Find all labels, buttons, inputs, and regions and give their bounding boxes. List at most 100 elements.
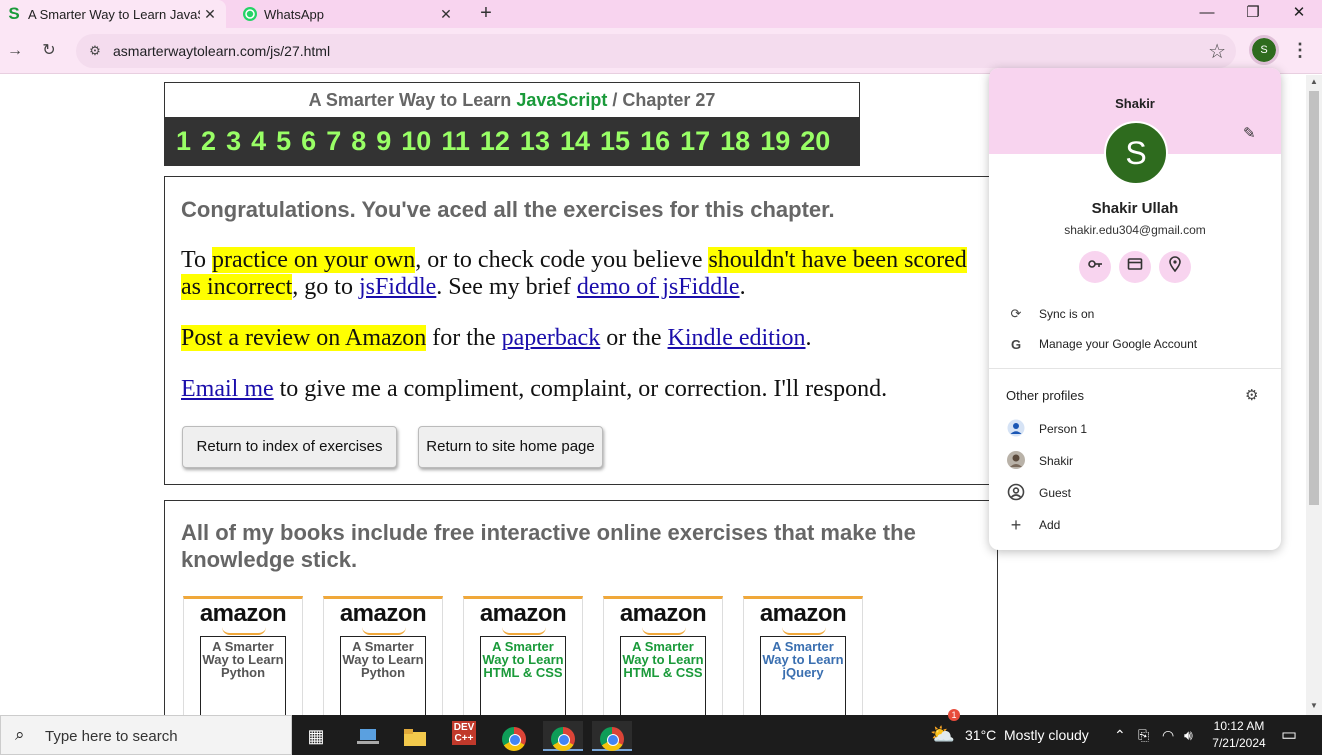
highlight-text: practice on your own xyxy=(211,247,416,273)
file-explorer-icon[interactable] xyxy=(395,721,435,751)
scroll-up-icon[interactable]: ▲ xyxy=(1310,77,1318,86)
chrome-icon[interactable] xyxy=(494,721,534,751)
reload-icon[interactable]: ↻ xyxy=(36,38,62,64)
jsfiddle-link[interactable]: jsFiddle xyxy=(359,274,436,300)
tab-close-icon[interactable]: ✕ xyxy=(200,6,220,23)
book-card[interactable]: amazon A Smarter Way to Learn jQuery xyxy=(743,596,863,715)
chapter-link[interactable]: 15 xyxy=(600,126,630,157)
taskbar-search[interactable]: ⌕ Type here to search xyxy=(0,715,292,755)
restore-button[interactable]: ❐ xyxy=(1230,0,1276,28)
url-text[interactable]: asmarterwaytolearn.com/js/27.html xyxy=(113,43,330,59)
chapter-number-nav: 1 2 3 4 5 6 7 8 9 10 11 12 13 14 15 16 1… xyxy=(165,117,859,165)
scroll-thumb[interactable] xyxy=(1309,91,1319,505)
chapter-link[interactable]: 11 xyxy=(441,126,470,157)
laptop-app-icon[interactable] xyxy=(348,721,388,751)
new-tab-button[interactable]: + xyxy=(476,0,496,28)
text: . xyxy=(805,325,812,351)
weather-temp[interactable]: 31°C xyxy=(965,715,996,755)
add-profile-item[interactable]: + Add xyxy=(989,510,1281,540)
return-index-button[interactable]: Return to index of exercises xyxy=(182,426,397,468)
card-icon[interactable] xyxy=(1119,251,1151,283)
book-card[interactable]: amazon A Smarter Way to Learn Python xyxy=(323,596,443,715)
system-clock[interactable]: 10:12 AM 7/21/2024 xyxy=(1208,718,1270,752)
profile-item-guest[interactable]: Guest xyxy=(989,478,1281,508)
text: to give me a compliment, complaint, or c… xyxy=(273,376,888,402)
search-placeholder: Type here to search xyxy=(45,728,178,745)
page-scrollbar[interactable]: ▲ ▼ xyxy=(1306,75,1322,715)
chapter-link[interactable]: 10 xyxy=(401,126,431,157)
chapter-link[interactable]: 17 xyxy=(680,126,710,157)
weather-text[interactable]: Mostly cloudy xyxy=(1004,715,1089,755)
chrome-profile-2-icon[interactable] xyxy=(592,721,632,751)
devcpp-icon[interactable]: DEV C++ xyxy=(444,721,484,751)
profile-item-person1[interactable]: Person 1 xyxy=(989,414,1281,444)
chapter-link[interactable]: 5 xyxy=(276,126,291,157)
task-view-icon[interactable]: ▦ xyxy=(296,721,336,751)
chapter-link[interactable]: 13 xyxy=(520,126,550,157)
chapter-link[interactable]: 18 xyxy=(720,126,750,157)
chapter-link[interactable]: 16 xyxy=(640,126,670,157)
paperback-link[interactable]: paperback xyxy=(502,325,601,351)
bookmark-star-icon[interactable]: ☆ xyxy=(1208,39,1226,64)
tab-close-icon[interactable]: ✕ xyxy=(436,6,456,23)
site-info-icon[interactable]: ⚙ xyxy=(86,42,104,60)
amazon-smile-icon xyxy=(222,627,266,635)
profile-avatar: S xyxy=(1104,121,1168,185)
clock-time: 10:12 AM xyxy=(1213,719,1265,733)
amazon-logo: amazon xyxy=(199,600,287,627)
demo-jsfiddle-link[interactable]: demo of jsFiddle xyxy=(577,274,740,300)
chapter-link[interactable]: 4 xyxy=(251,126,266,157)
key-icon[interactable] xyxy=(1079,251,1111,283)
chapter-link[interactable]: 3 xyxy=(226,126,241,157)
gear-icon[interactable]: ⚙ xyxy=(1245,386,1258,404)
plus-icon: + xyxy=(1010,514,1022,535)
more-menu-icon[interactable]: ⋮ xyxy=(1290,37,1310,63)
book-title-js[interactable]: JavaScript xyxy=(516,90,607,110)
address-bar[interactable]: ⚙ asmarterwaytolearn.com/js/27.html ☆ xyxy=(76,34,1236,68)
book-card[interactable]: amazon A Smarter Way to Learn HTML & CSS xyxy=(463,596,583,715)
amazon-logo: amazon xyxy=(619,600,707,627)
chapter-link[interactable]: 7 xyxy=(326,126,341,157)
sync-label: Sync is on xyxy=(1039,307,1095,321)
manage-account-item[interactable]: G Manage your Google Account xyxy=(989,329,1281,359)
book-card[interactable]: amazon A Smarter Way to Learn Python xyxy=(183,596,303,715)
chapter-header: A Smarter Way to Learn JavaScript / Chap… xyxy=(164,82,860,166)
minimize-button[interactable]: — xyxy=(1184,0,1230,28)
book-card[interactable]: amazon A Smarter Way to Learn HTML & CSS xyxy=(603,596,723,715)
edit-pencil-icon[interactable]: ✎ xyxy=(1243,124,1256,142)
notifications-icon[interactable]: ▭ xyxy=(1281,715,1297,755)
tab-javascript[interactable]: S A Smarter Way to Learn JavaScript ✕ xyxy=(0,0,226,28)
kindle-link[interactable]: Kindle edition xyxy=(668,325,806,351)
text: . xyxy=(739,274,746,300)
volume-icon[interactable]: 🔊︎ xyxy=(1184,715,1193,755)
network-adapter-icon[interactable]: ⎘ xyxy=(1138,715,1149,755)
tab-title: A Smarter Way to Learn JavaScript xyxy=(28,6,200,22)
chapter-link[interactable]: 14 xyxy=(560,126,590,157)
chapter-link[interactable]: 8 xyxy=(351,126,366,157)
chapter-link[interactable]: 12 xyxy=(480,126,510,157)
email-me-link[interactable]: Email me xyxy=(181,376,274,402)
tab-whatsapp[interactable]: WhatsApp ✕ xyxy=(236,0,462,28)
profile-email: shakir.edu304@gmail.com xyxy=(1064,223,1206,237)
chapter-link[interactable]: 2 xyxy=(201,126,216,157)
profile-item-shakir[interactable]: Shakir xyxy=(989,446,1281,476)
location-icon[interactable] xyxy=(1159,251,1191,283)
scroll-down-icon[interactable]: ▼ xyxy=(1310,701,1318,710)
chapter-link[interactable]: 20 xyxy=(800,126,830,157)
chrome-profile-icon[interactable] xyxy=(543,721,583,751)
book-cover-title: A Smarter Way to Learn HTML & CSS xyxy=(620,636,706,715)
return-home-button[interactable]: Return to site home page xyxy=(418,426,603,468)
chapter-link[interactable]: 19 xyxy=(760,126,790,157)
chapter-link[interactable]: 9 xyxy=(376,126,391,157)
chevron-up-icon[interactable]: ⌃ xyxy=(1114,715,1126,755)
forward-arrow-icon[interactable]: → xyxy=(2,38,28,64)
weather-icon[interactable]: ⛅ 1 xyxy=(930,709,960,755)
sync-status-item[interactable]: ⟳ Sync is on xyxy=(989,299,1281,329)
photo-avatar-icon xyxy=(1007,450,1025,472)
wifi-icon[interactable]: ◠ xyxy=(1162,715,1174,755)
profile-avatar-button[interactable]: S xyxy=(1249,35,1279,65)
chapter-link[interactable]: 1 xyxy=(176,126,191,157)
chapter-link[interactable]: 6 xyxy=(301,126,316,157)
close-window-button[interactable]: ✕ xyxy=(1276,0,1322,28)
amazon-smile-icon xyxy=(502,627,546,635)
